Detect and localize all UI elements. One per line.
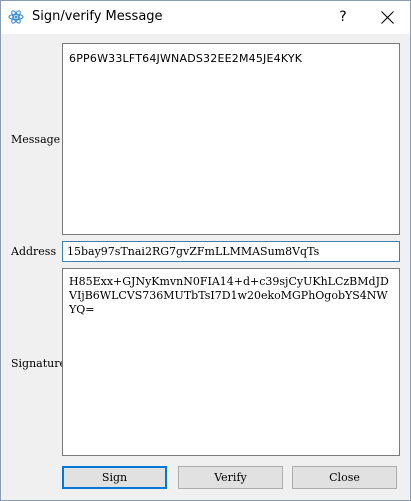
sign-button[interactable]: Sign [62, 466, 167, 489]
help-button[interactable]: ? [328, 1, 358, 34]
qt-atom-icon [8, 9, 24, 25]
message-textarea[interactable]: 6PP6W33LFT64JWNADS32EE2M45JE4KYK [62, 43, 400, 235]
message-label: Message [11, 133, 61, 146]
signature-textarea[interactable]: H85Exx+GJNyKmvnN0FIA14+d+c39sjCyUKhLCzBM… [62, 268, 400, 456]
close-button[interactable]: Close [292, 466, 397, 489]
address-input[interactable]: 15bay97sTnai2RG7gvZFmLLMMASum8VqTs [62, 241, 400, 262]
sign-verify-dialog: Sign/verify Message ? Message 6PP6W33LFT… [0, 0, 411, 501]
verify-button[interactable]: Verify [178, 466, 283, 489]
signature-label: Signature [11, 357, 67, 370]
close-window-button[interactable] [370, 1, 406, 34]
close-x-icon [381, 11, 394, 24]
title-bar[interactable]: Sign/verify Message ? [1, 1, 410, 34]
window-title: Sign/verify Message [32, 9, 163, 24]
address-label: Address [11, 245, 57, 258]
